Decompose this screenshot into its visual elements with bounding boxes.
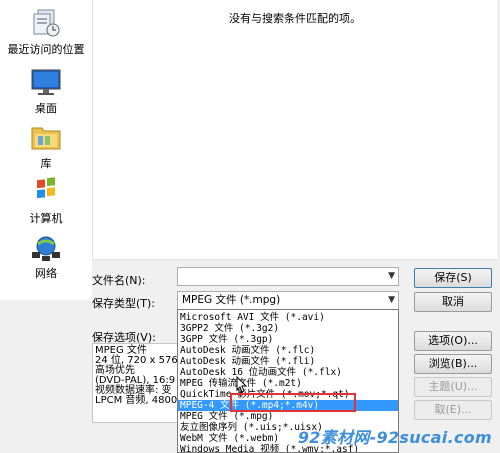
dropdown-option[interactable]: Microsoft AVI 文件 (*.avi) (178, 312, 398, 323)
cancel-button[interactable]: 取消 (414, 292, 492, 312)
mouse-cursor-icon (236, 376, 248, 393)
filename-input[interactable]: ▼ (177, 267, 399, 286)
file-list[interactable]: 没有与搜索条件匹配的项。 (92, 0, 497, 260)
chevron-down-icon[interactable]: ▼ (388, 292, 395, 309)
place-desktop-label: 桌面 (35, 102, 57, 115)
theme-button[interactable]: 主题(U)... (414, 377, 492, 397)
filetype-label: 保存类型(T): (92, 297, 156, 310)
dropdown-option[interactable]: 3GPP 文件 (*.3gp) (178, 334, 398, 345)
watermark: 92素材网-92sucai.com (297, 428, 492, 447)
place-recent-label: 最近访问的位置 (7, 43, 85, 56)
extra-button[interactable]: 取(E)... (414, 400, 492, 420)
places-sidebar: 最近访问的位置 桌面 库 计算机 网络 (0, 0, 92, 300)
desktop-icon (29, 67, 63, 97)
computer-icon (29, 177, 63, 207)
dropdown-option[interactable]: QuickTime 影片文件 (*.mov;*.qt) (178, 389, 398, 400)
browse-button[interactable]: 浏览(B)... (414, 354, 492, 374)
filetype-select[interactable]: MPEG 文件 (*.mpg) ▼ (177, 291, 399, 310)
dropdown-option[interactable]: MPEG 传输流文件 (*.m2t) (178, 378, 398, 389)
dropdown-option[interactable]: AutoDesk 16 位动画文件 (*.flx) (178, 367, 398, 378)
place-network-label: 网络 (35, 267, 57, 280)
place-library-label: 库 (40, 157, 52, 170)
dropdown-option[interactable]: AutoDesk 动画文件 (*.fli) (178, 356, 398, 367)
place-desktop[interactable]: 桌面 (0, 67, 92, 116)
filetype-value: MPEG 文件 (*.mpg) (182, 294, 281, 306)
dropdown-option[interactable]: AutoDesk 动画文件 (*.flc) (178, 345, 398, 356)
chevron-down-icon[interactable]: ▼ (388, 268, 395, 285)
recent-places-icon (29, 8, 63, 38)
place-recent[interactable]: 最近访问的位置 (0, 8, 92, 57)
options-button[interactable]: 选项(O)... (414, 331, 492, 351)
network-icon (29, 232, 63, 262)
place-network[interactable]: 网络 (0, 232, 92, 281)
place-computer-label: 计算机 (29, 212, 63, 225)
dropdown-option[interactable]: MPEG 文件 (*.mpg) (178, 411, 398, 422)
empty-results-message: 没有与搜索条件匹配的项。 (229, 12, 361, 25)
info-line: LPCM 音频, 4800 (95, 395, 178, 406)
dropdown-option[interactable]: 3GPP2 文件 (*.3g2) (178, 323, 398, 334)
filename-label: 文件名(N): (92, 274, 146, 287)
place-computer[interactable]: 计算机 (0, 177, 92, 226)
library-folder-icon (29, 122, 63, 152)
save-button[interactable]: 保存(S) (414, 268, 492, 288)
place-library[interactable]: 库 (0, 122, 92, 171)
save-options-info: MPEG 文件 24 位, 720 x 576 高场优先 (DVD-PAL), … (92, 343, 178, 423)
dropdown-option-selected[interactable]: MPEG-4 文件 (*.mp4;*.m4v) (178, 400, 398, 411)
